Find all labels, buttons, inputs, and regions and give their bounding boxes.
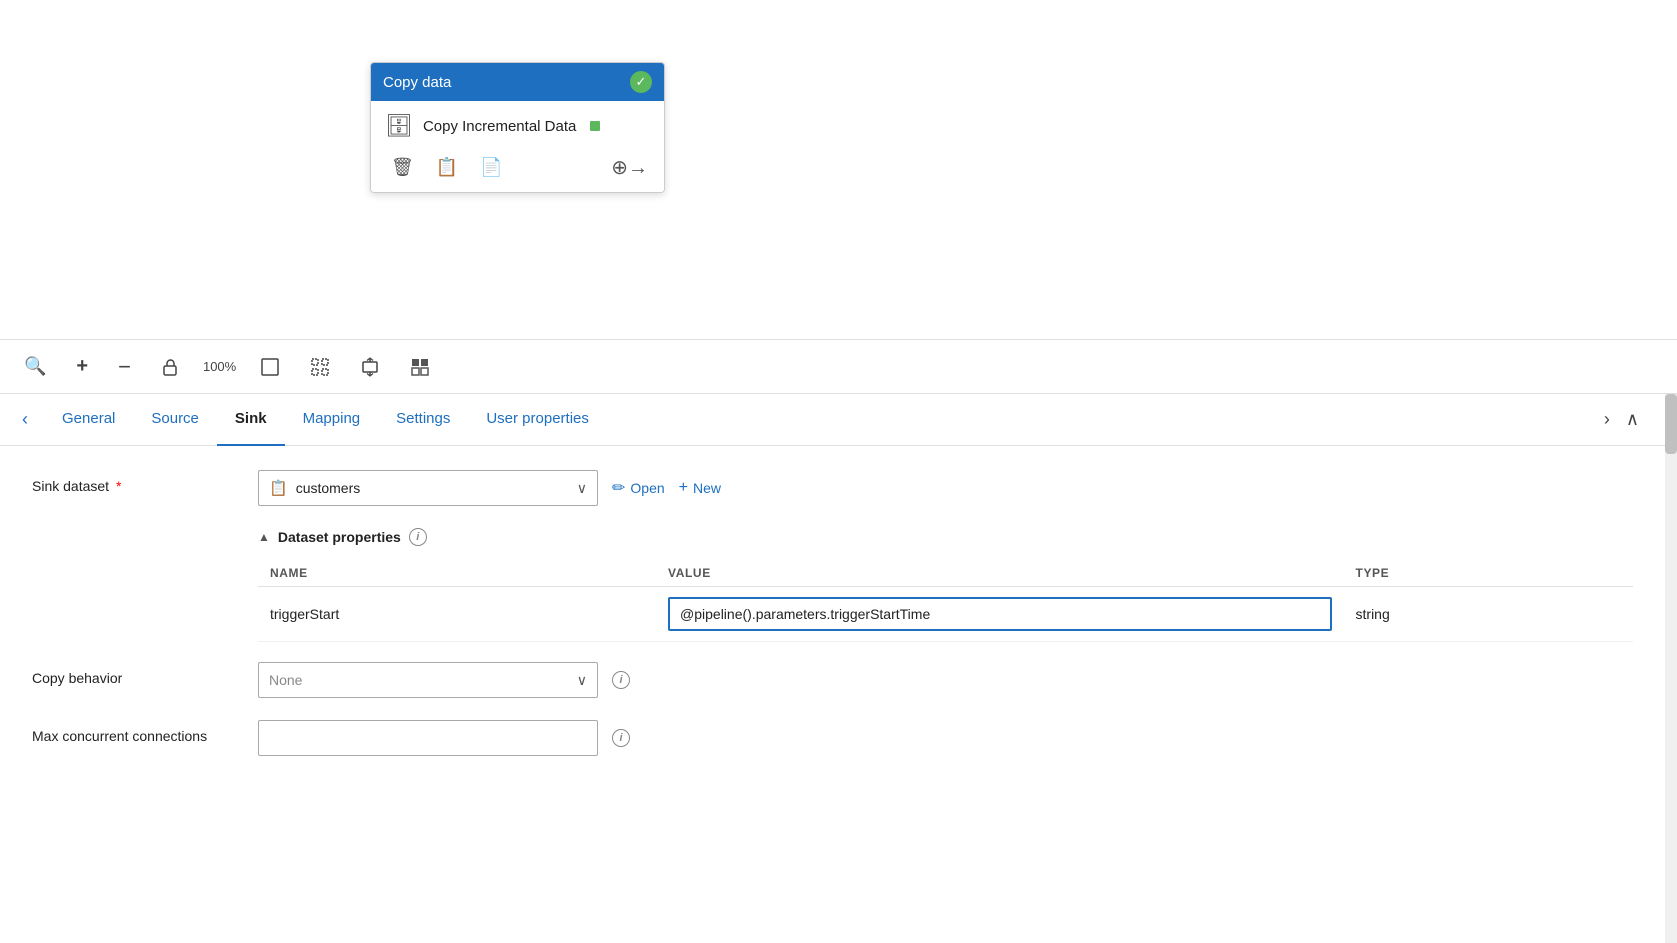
tab-general[interactable]: General bbox=[44, 394, 133, 446]
dataset-properties-section: ▲ Dataset properties i NAME VALUE bbox=[258, 528, 1633, 642]
canvas-area: Copy data ✓ 🗄 Copy Incremental Data 🗑 📋 … bbox=[0, 0, 1677, 340]
prop-value-cell[interactable] bbox=[656, 587, 1344, 642]
prop-name-cell: triggerStart bbox=[258, 587, 656, 642]
new-dataset-button[interactable]: + New bbox=[679, 479, 721, 497]
tabs-bar: ‹ General Source Sink Mapping Settings U… bbox=[0, 394, 1665, 446]
search-button[interactable]: 🔍 bbox=[18, 352, 52, 381]
col-header-value: VALUE bbox=[656, 560, 1344, 587]
properties-table: NAME VALUE TYPE bbox=[258, 560, 1633, 642]
node-header: Copy data ✓ bbox=[371, 63, 664, 101]
properties-content: ‹ General Source Sink Mapping Settings U… bbox=[0, 394, 1665, 943]
select-button[interactable] bbox=[304, 353, 336, 381]
tab-collapse-button[interactable]: ∧ bbox=[1618, 405, 1647, 434]
sink-dataset-label: Sink dataset * bbox=[32, 470, 242, 494]
pipeline-node[interactable]: Copy data ✓ 🗄 Copy Incremental Data 🗑 📋 … bbox=[370, 62, 665, 193]
tab-back-button[interactable]: ‹ bbox=[18, 405, 32, 434]
zoom-level: 100% bbox=[203, 359, 236, 374]
canvas-toolbar: 🔍 + − 100% bbox=[0, 340, 1677, 394]
copy-behavior-label: Copy behavior bbox=[32, 662, 242, 686]
info-icon[interactable]: i bbox=[409, 528, 427, 546]
copy-behavior-info-icon[interactable]: i bbox=[612, 671, 630, 689]
tab-settings[interactable]: Settings bbox=[378, 394, 468, 446]
node-title-row: 🗄 Copy Incremental Data bbox=[385, 113, 650, 139]
copy-behavior-controls: None ∨ i bbox=[258, 662, 1633, 698]
max-connections-label: Max concurrent connections bbox=[32, 720, 242, 744]
tab-sink[interactable]: Sink bbox=[217, 394, 285, 446]
node-body: 🗄 Copy Incremental Data 🗑 📋 📄 ⊕→ bbox=[371, 101, 664, 192]
properties-panel: ‹ General Source Sink Mapping Settings U… bbox=[0, 394, 1677, 943]
table-row: triggerStart string bbox=[258, 587, 1633, 642]
sink-dataset-select[interactable]: 📋 customers ∨ bbox=[258, 470, 598, 506]
required-star: * bbox=[116, 478, 121, 494]
pencil-icon: ✏ bbox=[612, 478, 625, 498]
scrollbar-track[interactable] bbox=[1665, 394, 1677, 943]
copy-behavior-chevron-icon: ∨ bbox=[577, 672, 587, 689]
sink-dataset-controls: 📋 customers ∨ ✏ Open + New bbox=[258, 470, 1633, 506]
copy-button[interactable]: 📄 bbox=[476, 155, 506, 180]
tab-next-button[interactable]: › bbox=[1596, 405, 1618, 434]
tab-mapping[interactable]: Mapping bbox=[285, 394, 379, 446]
add-output-button[interactable]: ⊕→ bbox=[611, 155, 648, 180]
max-connections-input[interactable] bbox=[258, 720, 598, 756]
scrollbar-thumb[interactable] bbox=[1665, 394, 1677, 454]
max-connections-controls: i bbox=[258, 720, 1633, 756]
prop-type-cell: string bbox=[1344, 587, 1633, 642]
status-dot bbox=[590, 121, 600, 131]
copy-behavior-row: Copy behavior None ∨ i bbox=[32, 662, 1633, 698]
max-connections-info-icon[interactable]: i bbox=[612, 729, 630, 747]
form-content: Sink dataset * 📋 customers ∨ ✏ Open + bbox=[0, 446, 1665, 943]
node-header-title: Copy data bbox=[383, 74, 451, 91]
open-dataset-button[interactable]: ✏ Open bbox=[612, 478, 665, 498]
lock-button[interactable] bbox=[155, 354, 185, 380]
sink-dataset-value: customers bbox=[296, 480, 577, 496]
fit-height-button[interactable] bbox=[354, 353, 386, 381]
tab-user-properties[interactable]: User properties bbox=[468, 394, 607, 446]
database-icon: 🗄 bbox=[385, 113, 413, 139]
node-name: Copy Incremental Data bbox=[423, 118, 576, 135]
node-actions: 🗑 📋 📄 ⊕→ bbox=[385, 151, 650, 184]
plus-icon: + bbox=[679, 479, 688, 497]
col-header-type: TYPE bbox=[1344, 560, 1633, 587]
dataset-properties-header[interactable]: ▲ Dataset properties i bbox=[258, 528, 1633, 546]
sink-dataset-chevron-icon: ∨ bbox=[577, 480, 587, 497]
layout-button[interactable] bbox=[404, 353, 436, 381]
collapse-triangle-icon: ▲ bbox=[258, 530, 270, 544]
zoom-in-button[interactable]: + bbox=[70, 351, 94, 382]
clone-button[interactable]: 📋 bbox=[432, 155, 462, 180]
copy-behavior-select[interactable]: None ∨ bbox=[258, 662, 598, 698]
delete-button[interactable]: 🗑 bbox=[387, 155, 418, 180]
col-header-name: NAME bbox=[258, 560, 656, 587]
dataset-select-icon: 📋 bbox=[269, 479, 288, 497]
prop-value-input[interactable] bbox=[668, 597, 1332, 631]
max-connections-row: Max concurrent connections i bbox=[32, 720, 1633, 756]
zoom-out-button[interactable]: − bbox=[112, 350, 137, 384]
tab-source[interactable]: Source bbox=[133, 394, 217, 446]
fit-page-button[interactable] bbox=[254, 353, 286, 381]
node-check-icon: ✓ bbox=[630, 71, 652, 93]
sink-dataset-row: Sink dataset * 📋 customers ∨ ✏ Open + bbox=[32, 470, 1633, 506]
